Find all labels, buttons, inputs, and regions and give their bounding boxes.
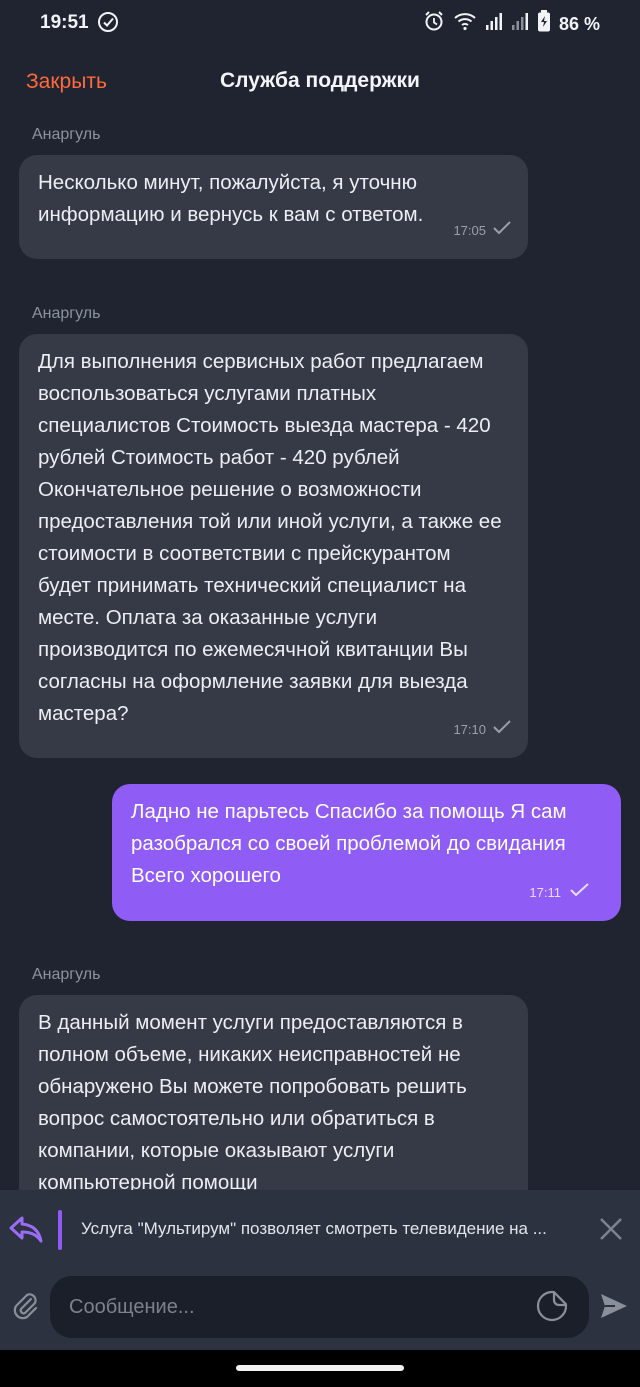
message-meta: 17:05 xyxy=(453,215,512,247)
paperclip-icon[interactable] xyxy=(10,1290,40,1325)
read-check-icon xyxy=(492,714,512,746)
message-time: 17:05 xyxy=(453,223,486,238)
reply-preview-text: Услуга "Мультирум" позволяет смотреть те… xyxy=(81,1219,547,1238)
sticker-icon[interactable] xyxy=(535,1289,569,1328)
reply-divider xyxy=(58,1210,62,1250)
home-indicator[interactable] xyxy=(236,1365,404,1371)
own-message-bubble[interactable]: Ладно не парьтесь Спасибо за помощь Я са… xyxy=(112,784,621,921)
send-button[interactable] xyxy=(598,1290,630,1327)
chat-header: Закрыть Служба поддержки xyxy=(0,50,640,114)
message-composer xyxy=(0,1274,640,1350)
message-text: В данный момент услуги предоставляются в… xyxy=(38,1011,467,1190)
message-sender: Анаргуль xyxy=(32,126,101,143)
alarm-icon xyxy=(423,10,445,38)
message-list[interactable]: Анаргуль Несколько минут, пожалуйста, я … xyxy=(0,118,640,1190)
message-text: Несколько минут, пожалуйста, я уточню ин… xyxy=(38,171,424,226)
reply-preview-bar: Услуга "Мультирум" позволяет смотреть те… xyxy=(0,1190,640,1274)
message-sender: Анаргуль xyxy=(32,305,101,322)
battery-icon xyxy=(537,10,551,38)
message-time: 17:10 xyxy=(453,722,486,737)
system-nav-bar xyxy=(0,1350,640,1387)
signal-icon xyxy=(511,11,529,37)
status-bar: 19:51 86 % xyxy=(0,0,640,48)
wifi-icon xyxy=(453,11,477,37)
battery-percentage: 86 % xyxy=(558,13,600,34)
message-bubble[interactable]: В данный момент услуги предоставляются в… xyxy=(19,995,528,1190)
check-circle-icon xyxy=(96,10,120,40)
signal-icon xyxy=(485,11,503,37)
message-text: Для выполнения сервисных работ предлагае… xyxy=(38,350,502,725)
page-title: Служба поддержки xyxy=(220,69,420,92)
close-icon[interactable] xyxy=(596,1214,626,1249)
message-sender: Анаргуль xyxy=(32,966,101,983)
message-bubble[interactable]: Несколько минут, пожалуйста, я уточню ин… xyxy=(19,155,528,259)
message-meta: 17:11 xyxy=(529,877,591,909)
sent-check-icon xyxy=(567,877,591,909)
message-bubble[interactable]: Для выполнения сервисных работ предлагае… xyxy=(19,334,528,758)
message-time: 17:11 xyxy=(529,885,561,900)
read-check-icon xyxy=(492,215,512,247)
message-input[interactable] xyxy=(50,1276,589,1338)
status-time: 19:51 xyxy=(40,12,89,33)
reply-icon xyxy=(8,1212,44,1253)
message-meta: 17:10 xyxy=(453,714,512,746)
